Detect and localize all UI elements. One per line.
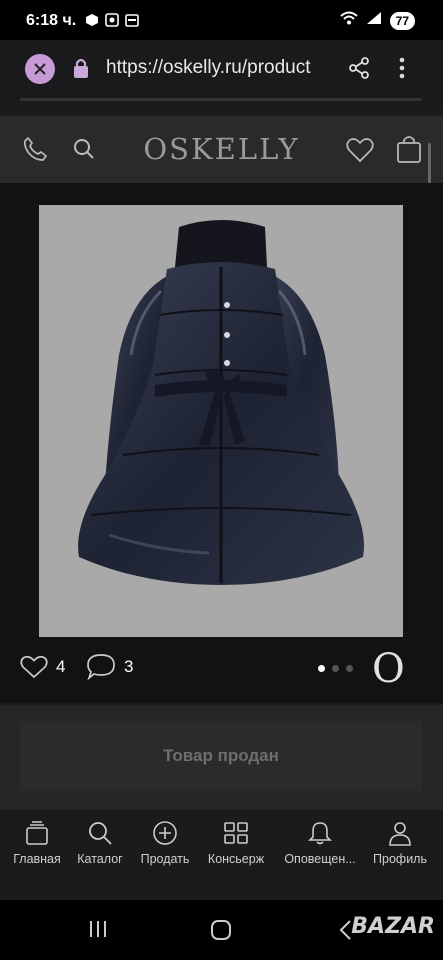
- share-icon[interactable]: [348, 57, 370, 84]
- gallery-dot[interactable]: [318, 665, 325, 672]
- web-page: OSKELLY 4 3 O Товар продан: [0, 98, 443, 810]
- gallery-dot[interactable]: [332, 665, 339, 672]
- purchase-section: Товар продан: [0, 705, 443, 810]
- heart-icon: [20, 655, 48, 679]
- sold-status-button[interactable]: Товар продан: [20, 721, 422, 791]
- site-logo[interactable]: OSKELLY: [0, 132, 443, 166]
- url-field[interactable]: https://oskelly.ru/product: [106, 57, 311, 79]
- lock-icon[interactable]: [72, 57, 90, 84]
- nav-item-profile[interactable]: Профиль: [360, 820, 440, 866]
- gallery-dot[interactable]: [346, 665, 353, 672]
- bell-icon: [308, 822, 332, 845]
- signal-icon: [366, 11, 382, 30]
- watermark: BAZAR: [351, 914, 435, 939]
- search-icon: [89, 822, 112, 845]
- user-icon: [389, 822, 411, 846]
- comments-button[interactable]: 3: [86, 653, 133, 681]
- status-time: 6:18 ч.: [26, 12, 77, 29]
- plus-circle-icon: [153, 821, 177, 845]
- bottom-navigation: Главная Каталог Продать Консьерж Оповеще…: [0, 810, 443, 900]
- gallery-pagination: [318, 665, 353, 672]
- nav-item-notifications[interactable]: Оповещен...: [280, 820, 360, 866]
- status-bar: 6:18 ч. 77: [0, 0, 443, 40]
- nav-label: Оповещен...: [284, 852, 356, 866]
- product-actions: 4 3 O: [0, 647, 443, 697]
- status-notification-icons: [85, 13, 139, 27]
- close-tab-button[interactable]: [25, 54, 55, 84]
- comments-count: 3: [124, 657, 134, 676]
- product-image[interactable]: [39, 205, 403, 637]
- like-button[interactable]: 4: [20, 655, 65, 679]
- nav-label: Главная: [13, 852, 61, 866]
- site-header: OSKELLY: [0, 116, 443, 183]
- status-right-icons: 77: [339, 11, 415, 30]
- likes-count: 4: [56, 657, 66, 676]
- nav-label: Продать: [140, 852, 190, 866]
- favorites-heart-icon[interactable]: [346, 137, 374, 168]
- nav-item-sell[interactable]: Продать: [125, 820, 205, 866]
- browser-toolbar: https://oskelly.ru/product: [0, 40, 443, 98]
- wifi-icon: [339, 11, 358, 30]
- home-button-icon[interactable]: [210, 919, 232, 946]
- nav-label: Каталог: [77, 852, 123, 866]
- back-icon[interactable]: [338, 919, 352, 946]
- cart-bag-icon[interactable]: [396, 135, 422, 168]
- grid-icon: [224, 822, 248, 844]
- nav-item-concierge[interactable]: Консьерж: [196, 820, 276, 866]
- calendar-icon: [125, 13, 139, 27]
- nav-label: Консьерж: [207, 852, 265, 866]
- puffer-coat-image: [78, 220, 365, 585]
- nav-label: Профиль: [373, 852, 427, 866]
- close-icon: [34, 63, 46, 75]
- divider: [20, 98, 422, 101]
- cube-icon: [85, 13, 99, 27]
- screenshot-icon: [105, 13, 119, 27]
- recent-apps-icon[interactable]: [88, 919, 108, 944]
- home-icon: [26, 821, 48, 845]
- brand-o-mark: O: [372, 646, 405, 692]
- system-navigation-bar: BAZAR: [0, 900, 443, 960]
- comment-bubble-icon: [87, 654, 115, 681]
- battery-indicator: 77: [389, 11, 415, 30]
- more-vert-icon[interactable]: [398, 56, 406, 85]
